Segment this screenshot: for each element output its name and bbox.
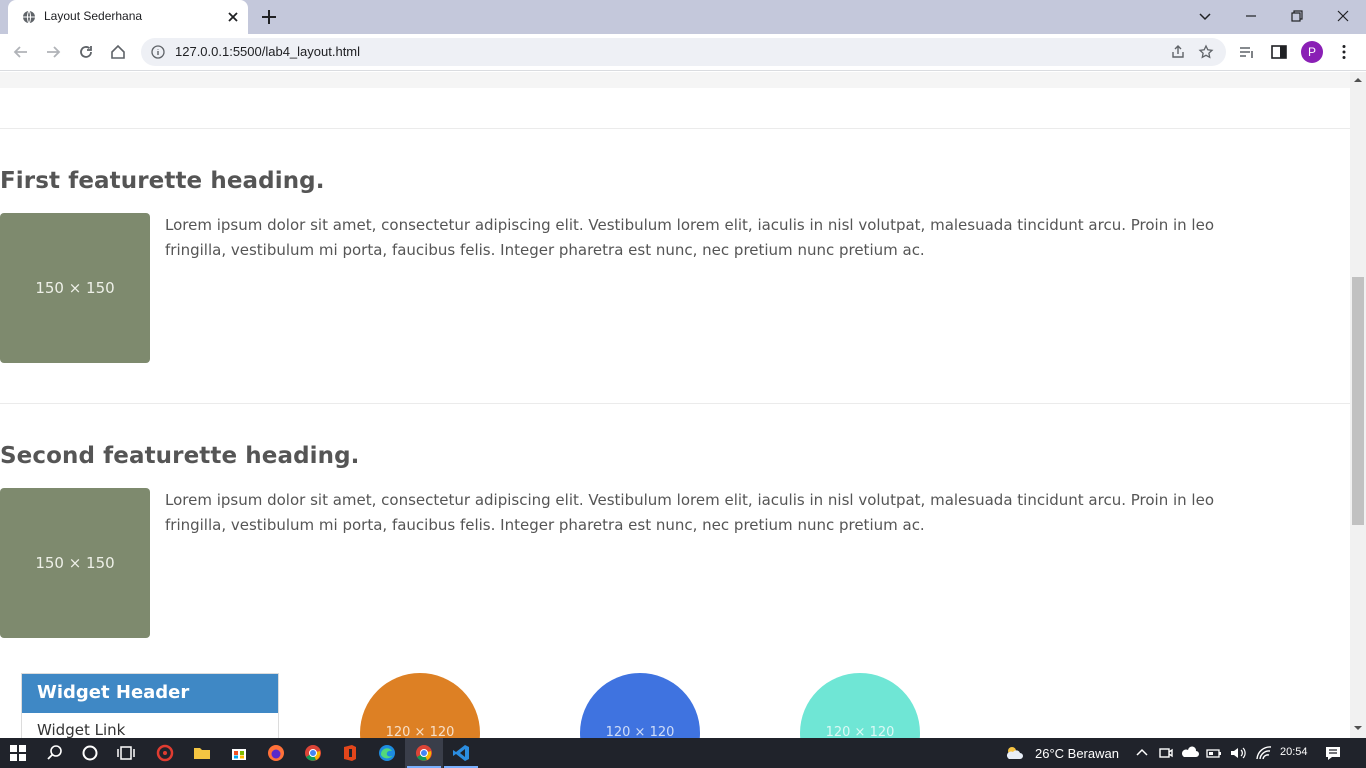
meet-now-icon[interactable] (1156, 743, 1176, 763)
chrome-active-icon[interactable] (414, 743, 434, 763)
tab-title: Layout Sederhana (44, 9, 143, 23)
forward-icon[interactable] (44, 43, 62, 61)
media-queue-icon[interactable] (1238, 43, 1256, 61)
file-explorer-icon[interactable] (192, 743, 212, 763)
volume-icon[interactable] (1228, 743, 1248, 763)
back-icon[interactable] (12, 43, 30, 61)
widget-panel: Widget Header Widget Link (21, 673, 279, 738)
vertical-scrollbar[interactable] (1350, 72, 1366, 738)
battery-icon[interactable] (1204, 743, 1224, 763)
image-placeholder-label: 150 × 150 (35, 279, 115, 297)
task-view-icon[interactable] (116, 743, 136, 763)
divider (0, 128, 1350, 129)
store-icon[interactable] (229, 743, 249, 763)
featurette-text: Lorem ipsum dolor sit amet, consectetur … (165, 216, 1215, 259)
scrollbar-thumb[interactable] (1352, 277, 1364, 525)
weather-text[interactable]: 26°C Berawan (1035, 746, 1119, 761)
widget-header: Widget Header (22, 674, 278, 713)
featurette-image: 150 × 150 (0, 488, 150, 638)
cortana-icon[interactable] (80, 743, 100, 763)
circle-image: 120 × 120 (800, 673, 920, 738)
onedrive-icon[interactable] (1180, 743, 1200, 763)
scroll-up-arrow-icon[interactable] (1354, 76, 1362, 84)
top-band (0, 72, 1350, 88)
firefox-icon[interactable] (266, 743, 286, 763)
bookmark-star-icon[interactable] (1198, 44, 1214, 60)
site-info-icon[interactable] (151, 45, 165, 59)
windows-start-icon[interactable] (8, 743, 28, 763)
office-icon[interactable] (340, 743, 360, 763)
featurette-image: 150 × 150 (0, 213, 150, 363)
address-bar[interactable]: 127.0.0.1:5500/lab4_layout.html (141, 38, 1226, 66)
widget-link[interactable]: Widget Link (37, 721, 125, 738)
circle-image: 120 × 120 (360, 673, 480, 738)
divider (0, 403, 1350, 404)
globe-icon (23, 10, 35, 24)
clock-time[interactable]: 20:54 (1280, 746, 1308, 758)
featurette-heading: Second featurette heading. (0, 443, 360, 469)
share-icon[interactable] (1170, 44, 1186, 60)
chrome-icon[interactable] (303, 743, 323, 763)
minimize-icon[interactable] (1241, 6, 1261, 26)
reload-icon[interactable] (77, 43, 95, 61)
close-tab-icon[interactable] (226, 10, 240, 24)
circle-label: 120 × 120 (605, 725, 675, 738)
url-text: 127.0.0.1:5500/lab4_layout.html (175, 44, 361, 59)
side-panel-icon[interactable] (1270, 43, 1288, 61)
circle-label: 120 × 120 (825, 725, 895, 738)
chevron-up-icon[interactable] (1132, 743, 1152, 763)
windows-taskbar: 26°C Berawan 20:54 (0, 738, 1366, 768)
edge-icon[interactable] (377, 743, 397, 763)
browser-tab-strip: Layout Sederhana (0, 0, 1366, 34)
weather-cloud-icon[interactable] (1004, 743, 1024, 763)
new-tab-icon[interactable] (260, 8, 278, 26)
menu-dots-icon[interactable] (1335, 43, 1353, 61)
featurette-text: Lorem ipsum dolor sit amet, consectetur … (165, 491, 1215, 534)
featurette-heading: First featurette heading. (0, 168, 325, 194)
wifi-icon[interactable] (1254, 743, 1274, 763)
page-viewport: First featurette heading. 150 × 150 Lore… (0, 72, 1350, 738)
restore-icon[interactable] (1287, 6, 1307, 26)
tab-search-chevron-icon[interactable] (1195, 6, 1215, 26)
notification-icon[interactable] (1323, 743, 1343, 763)
home-icon[interactable] (109, 43, 127, 61)
app-red-icon[interactable] (155, 743, 175, 763)
circle-label: 120 × 120 (385, 725, 455, 738)
vscode-icon[interactable] (451, 743, 471, 763)
circle-image: 120 × 120 (580, 673, 700, 738)
scroll-down-arrow-icon[interactable] (1354, 724, 1362, 732)
profile-avatar[interactable]: P (1301, 41, 1323, 63)
browser-toolbar: 127.0.0.1:5500/lab4_layout.html P (0, 34, 1366, 71)
search-icon[interactable] (45, 743, 65, 763)
browser-tab[interactable]: Layout Sederhana (8, 0, 248, 34)
close-window-icon[interactable] (1333, 6, 1353, 26)
image-placeholder-label: 150 × 150 (35, 554, 115, 572)
